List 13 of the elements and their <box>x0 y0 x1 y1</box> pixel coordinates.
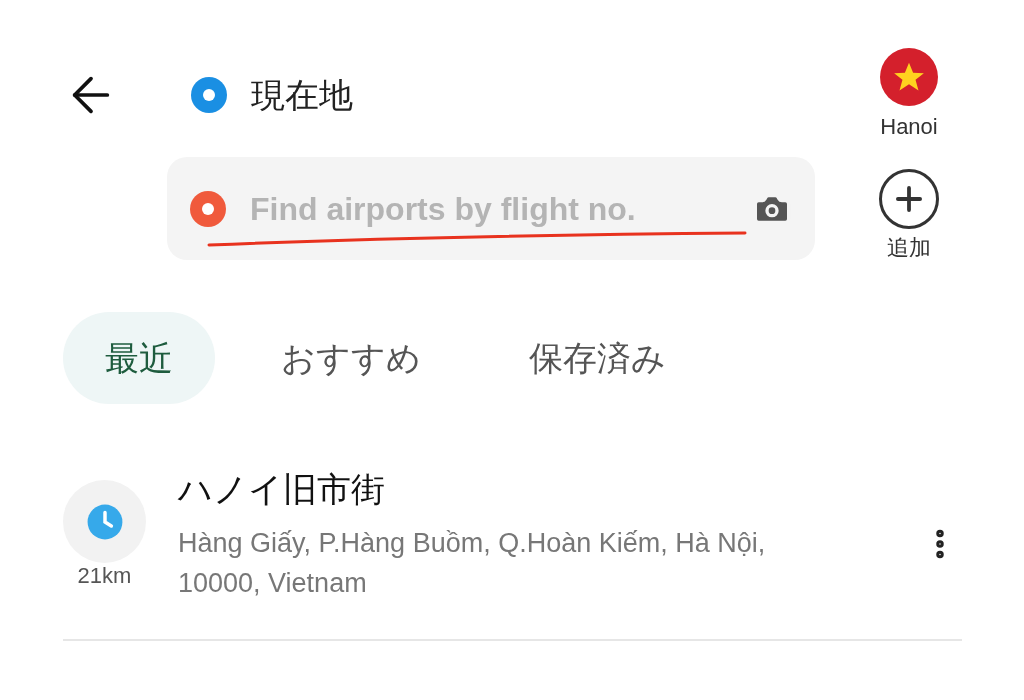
tab[interactable]: 保存済み <box>487 312 708 404</box>
tab[interactable]: おすすめ <box>239 312 463 404</box>
search-field[interactable]: Find airports by flight no. <box>167 157 815 260</box>
add-icon[interactable] <box>879 169 939 229</box>
place-title[interactable]: ハノイ旧市街 <box>178 464 922 515</box>
distance-label: 21km <box>77 562 132 590</box>
add-label: 追加 <box>887 234 931 262</box>
search-input[interactable]: Find airports by flight no. <box>250 184 752 233</box>
city-label: Hanoi <box>880 113 938 141</box>
place-address: Hàng Giấy, P.Hàng Buồm, Q.Hoàn Kiếm, Hà Nội, 10000, Vietnam <box>178 527 767 600</box>
origin-label[interactable]: 現在地 <box>251 69 353 121</box>
vietnam-flag-icon[interactable] <box>880 48 938 106</box>
tab[interactable]: 最近 <box>63 312 215 404</box>
